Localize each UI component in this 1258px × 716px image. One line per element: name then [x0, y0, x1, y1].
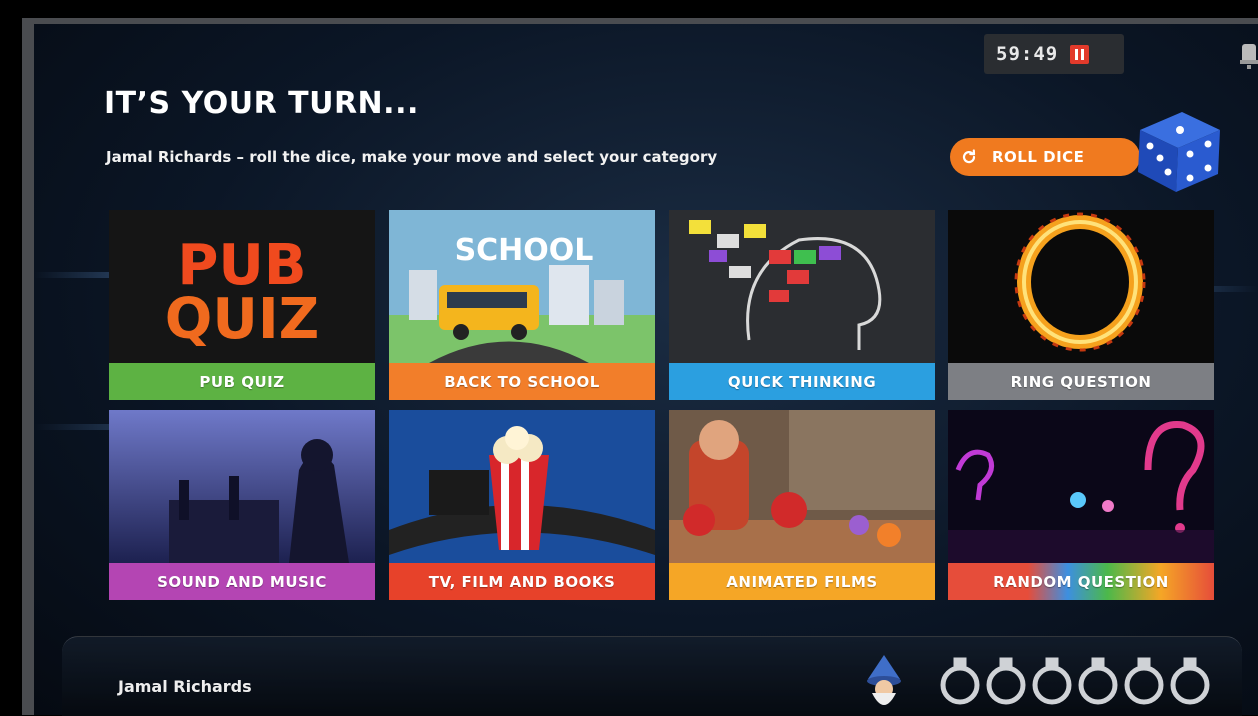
category-label-quick-thinking: QUICK THINKING [669, 363, 935, 400]
category-tile-pub-quiz[interactable]: PUB QUIZ PUB QUIZ [109, 210, 375, 400]
category-label-sound-and-music: SOUND AND MUSIC [109, 563, 375, 600]
refresh-icon [962, 149, 976, 164]
popcorn-film-art [389, 410, 655, 563]
category-tile-animated-films[interactable]: ANIMATED FILMS [669, 410, 935, 600]
animated-films-art [669, 410, 935, 563]
empty-token-icon [940, 657, 1210, 705]
roll-dice-label: ROLL DICE [992, 148, 1085, 166]
school-art-text: SCHOOL [455, 233, 594, 268]
timer-value: 59:49 [996, 43, 1059, 65]
category-label-back-to-school: BACK TO SCHOOL [389, 363, 655, 400]
brain-puzzle-art [669, 210, 935, 363]
category-label-animated-films: ANIMATED FILMS [669, 563, 935, 600]
category-tile-tv-film-and-books[interactable]: TV, FILM AND BOOKS [389, 410, 655, 600]
category-label-pub-quiz: PUB QUIZ [109, 363, 375, 400]
pause-icon[interactable] [1070, 44, 1090, 64]
school-bus-art: SCHOOL [389, 210, 655, 363]
category-tile-sound-and-music[interactable]: SOUND AND MUSIC [109, 410, 375, 600]
dice-icon[interactable] [1132, 104, 1224, 196]
category-label-random-question: RANDOM QUESTION [948, 563, 1214, 600]
fire-ring-art [948, 210, 1214, 363]
category-label-ring-question: RING QUESTION [948, 363, 1214, 400]
category-tile-quick-thinking[interactable]: QUICK THINKING [669, 210, 935, 400]
player-name: Jamal Richards [118, 677, 252, 696]
pub-quiz-art: PUB QUIZ [109, 210, 375, 363]
game-timer: 59:49 [984, 34, 1124, 74]
category-tile-random-question[interactable]: RANDOM QUESTION [948, 410, 1214, 600]
category-tile-back-to-school[interactable]: SCHOOL BACK TO SCHOOL [389, 210, 655, 400]
token-tracker [940, 657, 1210, 705]
roll-dice-button[interactable]: ROLL DICE [950, 138, 1140, 176]
wizard-avatar-icon [867, 655, 901, 705]
bell-icon[interactable] [1238, 40, 1258, 70]
category-label-tv-film-and-books: TV, FILM AND BOOKS [389, 563, 655, 600]
page-title: IT’S YOUR TURN... [104, 86, 419, 121]
concert-art [109, 410, 375, 563]
pub-quiz-art-line2: QUIZ [165, 287, 320, 352]
turn-instruction: Jamal Richards – roll the dice, make you… [106, 148, 718, 166]
neon-question-marks-art [948, 410, 1214, 563]
category-tile-ring-question[interactable]: RING QUESTION [948, 210, 1214, 400]
